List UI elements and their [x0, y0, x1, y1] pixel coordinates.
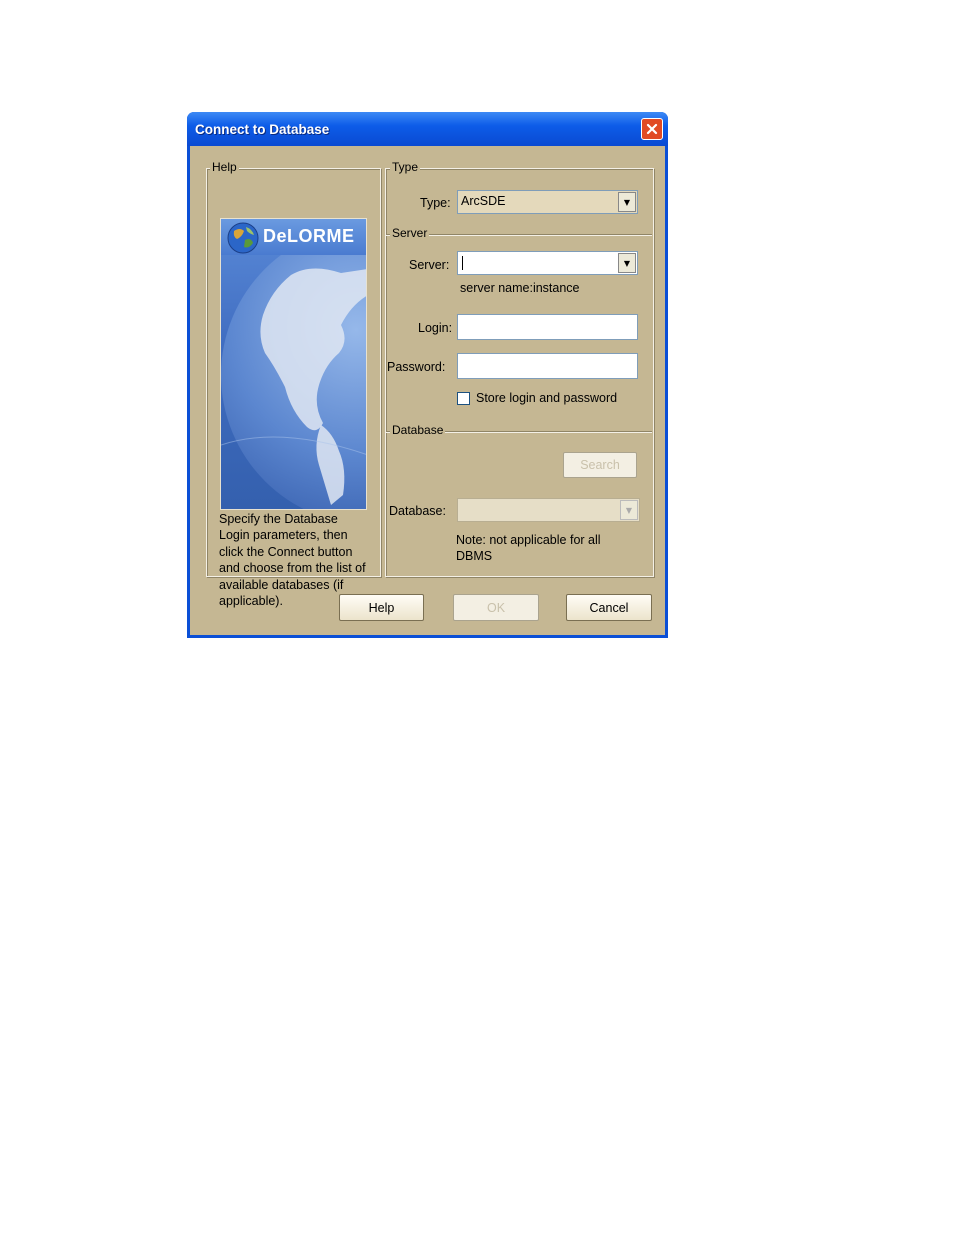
- close-button[interactable]: [641, 118, 663, 140]
- type-legend: Type: [390, 160, 421, 174]
- login-input[interactable]: [457, 314, 638, 340]
- delorme-logo-text: DeLORME: [263, 226, 355, 246]
- database-note: Note: not applicable for all DBMS: [456, 533, 601, 563]
- database-label: Database:: [389, 504, 446, 518]
- server-select[interactable]: ▼: [457, 251, 638, 275]
- help-button[interactable]: Help: [339, 594, 424, 621]
- server-label: Server:: [409, 258, 450, 272]
- chevron-down-icon[interactable]: ▼: [620, 500, 638, 520]
- title-bar[interactable]: Connect to Database: [187, 112, 668, 146]
- globe-illustration: [221, 255, 366, 509]
- type-label: Type:: [420, 196, 451, 210]
- password-input[interactable]: [457, 353, 638, 379]
- cancel-button[interactable]: Cancel: [566, 594, 652, 621]
- globe-icon: [227, 222, 259, 254]
- chevron-down-icon[interactable]: ▼: [618, 192, 636, 212]
- database-select[interactable]: ▼: [457, 498, 640, 522]
- store-login-checkbox[interactable]: [457, 392, 470, 405]
- delorme-logo-panel: DeLORME: [220, 218, 367, 510]
- login-label: Login:: [418, 321, 453, 335]
- server-legend: Server: [390, 226, 430, 240]
- chevron-down-icon[interactable]: ▼: [618, 253, 636, 273]
- database-legend: Database: [390, 423, 446, 437]
- search-button[interactable]: Search: [563, 452, 637, 478]
- server-hint: server name:instance: [460, 281, 580, 295]
- connect-dialog: Connect to Database Help DeLORME Specify…: [187, 112, 668, 638]
- text-cursor: [462, 256, 463, 270]
- help-legend: Help: [210, 160, 239, 174]
- store-login-label[interactable]: Store login and password: [476, 391, 617, 405]
- type-select-value: ArcSDE: [461, 194, 506, 208]
- dialog-client: Help DeLORME Specify the Database Login …: [190, 146, 665, 635]
- window-title: Connect to Database: [195, 122, 330, 137]
- ok-button[interactable]: OK: [453, 594, 539, 621]
- type-select[interactable]: ArcSDE ▼: [457, 190, 638, 214]
- password-label: Password:: [387, 360, 446, 374]
- close-icon: [646, 123, 658, 135]
